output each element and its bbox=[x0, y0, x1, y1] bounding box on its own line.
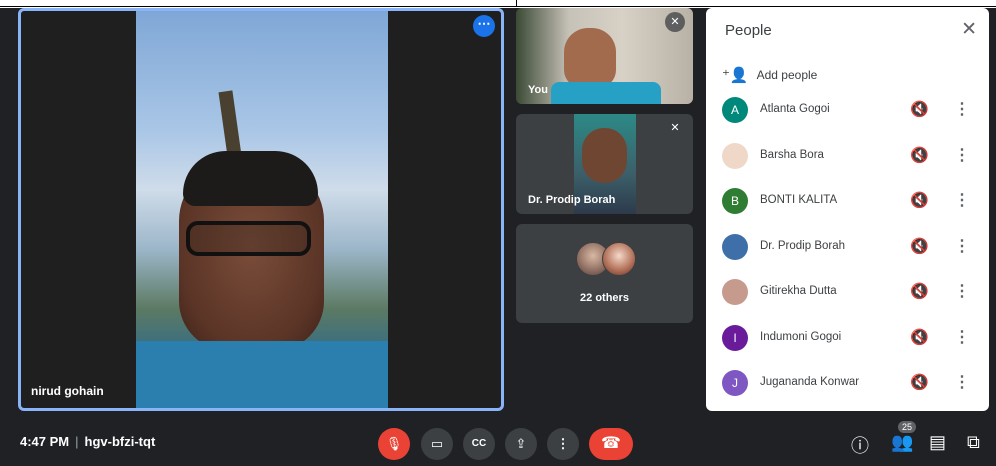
participant-row[interactable]: B BONTI KALITA 🔇 ⋮ bbox=[706, 181, 989, 227]
mic-off-icon: 🔇 bbox=[910, 146, 929, 164]
more-vert-icon[interactable]: ⋮ bbox=[954, 327, 970, 347]
more-vert-icon[interactable]: ⋮ bbox=[954, 372, 970, 392]
captions-icon: CC bbox=[471, 438, 487, 449]
avatar: J bbox=[722, 370, 748, 396]
meeting-info: 4:47 PM | hgv-bfzi-tqt bbox=[20, 434, 155, 449]
activities-icon[interactable]: ⧉ bbox=[967, 432, 980, 453]
people-icon[interactable]: 👥 bbox=[891, 432, 913, 453]
mic-off-icon: 🔇 bbox=[910, 101, 929, 118]
more-vert-icon[interactable]: ⋮ bbox=[954, 236, 970, 256]
more-options-button[interactable]: ⋮ bbox=[547, 428, 579, 460]
mic-off-icon: ✕ bbox=[665, 12, 685, 32]
more-vert-icon[interactable]: ⋮ bbox=[954, 190, 970, 210]
participant-row[interactable]: Dr. Prodip Borah 🔇 ⋮ bbox=[706, 227, 989, 273]
mic-off-icon: 🔇 bbox=[910, 192, 929, 209]
mic-off-icon: 🔇 bbox=[910, 283, 929, 300]
top-rule-mark bbox=[516, 0, 517, 7]
avatar bbox=[602, 242, 636, 276]
participant-list: A Atlanta Gogoi 🔇 ⋮ Barsha Bora 🔇 ⋮ B BONTI KALI… bbox=[706, 90, 989, 409]
others-label: 22 others bbox=[580, 292, 629, 304]
participant-name: Gitirekha Dutta bbox=[760, 285, 837, 297]
avatar bbox=[722, 142, 748, 169]
participant-row[interactable]: Gitirekha Dutta 🔇 ⋮ bbox=[706, 272, 989, 318]
captions-button[interactable]: CC bbox=[463, 428, 495, 460]
self-person bbox=[564, 28, 616, 88]
more-vert-icon[interactable]: ⋮ bbox=[954, 99, 970, 119]
self-body bbox=[551, 82, 661, 104]
add-people-button[interactable]: ⁺👤 Add people bbox=[722, 66, 817, 84]
participant-person bbox=[582, 128, 627, 183]
main-tile-name: nirud gohain bbox=[31, 384, 104, 398]
meeting-time: 4:47 PM bbox=[20, 434, 70, 449]
avatar bbox=[722, 233, 748, 260]
mic-off-icon: 🔇 bbox=[910, 237, 929, 255]
participant-name: Jugananda Konwar bbox=[760, 376, 860, 388]
more-options-icon[interactable]: ⋯ bbox=[473, 15, 495, 37]
present-button[interactable]: ⇪ bbox=[505, 428, 537, 460]
participant-row[interactable]: A Atlanta Gogoi 🔇 ⋮ bbox=[706, 90, 989, 136]
add-people-label: Add people bbox=[756, 68, 818, 82]
avatar: B bbox=[722, 188, 748, 214]
chat-icon[interactable]: ▤ bbox=[929, 432, 946, 453]
camera-toggle-button[interactable]: ▭ bbox=[421, 428, 453, 460]
meeting-code: hgv-bfzi-tqt bbox=[84, 434, 156, 449]
top-border bbox=[0, 0, 996, 8]
speaker-glasses bbox=[186, 221, 311, 256]
self-label: You bbox=[528, 84, 548, 96]
mic-toggle-button[interactable]: 🎙 bbox=[378, 428, 410, 460]
info-icon[interactable]: ⓘ bbox=[851, 432, 869, 458]
participant-name: Dr. Prodip Borah bbox=[760, 239, 846, 252]
avatar: A bbox=[722, 97, 748, 123]
speaker-shirt bbox=[136, 341, 388, 408]
participant-row[interactable]: I Indumoni Gogoi 🔇 ⋮ bbox=[706, 318, 989, 364]
others-avatars bbox=[576, 242, 636, 278]
participant-video-tile[interactable]: ✕ Dr. Prodip Borah bbox=[516, 114, 693, 214]
participant-name: Atlanta Gogoi bbox=[760, 103, 830, 115]
close-icon[interactable]: ✕ bbox=[961, 18, 977, 41]
participant-name: Indumoni Gogoi bbox=[760, 330, 842, 343]
self-video-tile[interactable]: ✕ You bbox=[516, 8, 693, 104]
avatar bbox=[722, 279, 748, 305]
participant-name: Barsha Bora bbox=[760, 148, 824, 161]
more-vert-icon[interactable]: ⋮ bbox=[954, 145, 970, 165]
participant-row[interactable]: Barsha Bora 🔇 ⋮ bbox=[706, 136, 989, 182]
people-panel-title: People bbox=[725, 22, 772, 39]
avatar: I bbox=[722, 324, 748, 351]
add-person-icon: ⁺👤 bbox=[722, 67, 749, 84]
more-vert-icon[interactable]: ⋮ bbox=[954, 281, 970, 301]
top-rule bbox=[0, 6, 996, 7]
people-panel: People ✕ ⁺👤 Add people A Atlanta Gogoi 🔇 ⋮ B… bbox=[706, 8, 989, 411]
people-count-badge: 25 bbox=[898, 421, 916, 433]
mic-off-icon: ✕ bbox=[665, 118, 685, 138]
mic-off-icon: 🔇 bbox=[910, 374, 929, 391]
participant-label: Dr. Prodip Borah bbox=[528, 194, 616, 206]
main-video-tile[interactable]: nirud gohain ⋯ bbox=[18, 8, 504, 411]
bottom-bar: 4:47 PM | hgv-bfzi-tqt 🎙 ▭ CC ⇪ ⋮ ☎ ⓘ 👥 25… bbox=[0, 415, 996, 466]
others-tile[interactable]: 22 others bbox=[516, 224, 693, 323]
participant-row[interactable]: J Jugananda Konwar 🔇 ⋮ bbox=[706, 363, 989, 409]
main-video-feed bbox=[136, 11, 388, 408]
speaker-hair bbox=[183, 151, 318, 206]
participant-name: BONTI KALITA bbox=[760, 194, 838, 206]
end-call-button[interactable]: ☎ bbox=[589, 428, 633, 460]
mic-off-icon: 🔇 bbox=[910, 328, 929, 346]
separator: | bbox=[75, 434, 79, 449]
